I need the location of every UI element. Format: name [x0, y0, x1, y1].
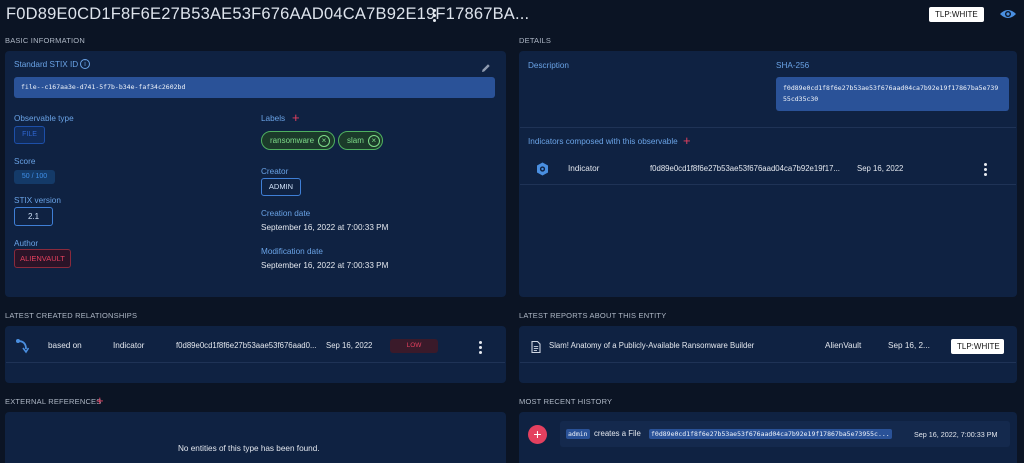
tlp-badge: TLP:WHITE	[929, 7, 984, 22]
create-action-icon: +	[528, 425, 547, 444]
report-date: Sep 16, 2...	[888, 341, 930, 350]
history-entry: admin creates a File f0d89e0cd1f8f6e27b5…	[560, 421, 1010, 447]
indicator-date: Sep 16, 2022	[857, 164, 904, 173]
section-latest-relationships: LATEST CREATED RELATIONSHIPS	[5, 311, 138, 320]
label-chip-text: slam	[347, 136, 364, 145]
indicator-type: Indicator	[568, 164, 600, 173]
stix-version-label: STIX version	[14, 196, 61, 205]
author-chip[interactable]: ALIENVAULT	[14, 249, 71, 268]
divider	[520, 127, 1016, 128]
author-name: ALIENVAULT	[20, 254, 65, 263]
labels-label: Labels	[261, 114, 286, 123]
external-references-panel	[5, 412, 506, 463]
add-label-button[interactable]: +	[292, 111, 300, 124]
observable-type-chip: FILE	[14, 126, 45, 144]
eye-icon[interactable]	[999, 7, 1017, 21]
indicator-icon	[536, 162, 549, 176]
label-chip-slam[interactable]: slam ×	[338, 131, 383, 150]
section-details: DETAILS	[519, 36, 552, 45]
score-label: Score	[14, 157, 36, 166]
divider	[520, 184, 1016, 185]
relationship-entity-name: f0d89e0cd1f8f6e27b53aae53f676aad0...	[176, 341, 317, 350]
section-external-references: EXTERNAL REFERENCES	[5, 397, 102, 406]
history-date: Sep 16, 2022, 7:00:33 PM	[914, 430, 998, 439]
creator-chip: ADMIN	[261, 178, 301, 196]
score-chip: 50 / 100	[14, 170, 55, 184]
label-chip-ransomware[interactable]: ransomware ×	[261, 131, 335, 150]
entity-menu-button[interactable]	[430, 8, 438, 22]
section-basic-information: BASIC INFORMATION	[5, 36, 85, 45]
relationship-entity-type: Indicator	[113, 341, 145, 350]
sha256-label: SHA-256	[776, 61, 810, 70]
history-action: creates a File	[594, 429, 641, 438]
report-row[interactable]: Slam! Anatomy of a Publicly-Available Ra…	[520, 332, 1016, 362]
indicator-row[interactable]: Indicator f0d89e0cd1f8f6e27b53ae53f676aa…	[520, 154, 1016, 184]
page-title: F0D89E0CD1F8F6E27B53AE53F676AAD04CA7B92E…	[6, 5, 530, 23]
relationship-type: based on	[48, 341, 82, 350]
creation-date-value: September 16, 2022 at 7:00:33 PM	[261, 223, 389, 232]
creator-label: Creator	[261, 167, 289, 176]
remove-label-icon[interactable]: ×	[318, 134, 331, 147]
divider	[6, 362, 505, 363]
sha256-line: f0d89e0cd1f8f6e27b53ae53f676aad04ca7b92e…	[783, 84, 999, 92]
relationship-arrow-icon	[15, 338, 30, 354]
creation-date-label: Creation date	[261, 209, 311, 218]
report-title: Slam! Anatomy of a Publicly-Available Ra…	[549, 341, 755, 350]
indicator-name: f0d89e0cd1f8f6e27b53ae53f676aad04ca7b92e…	[650, 164, 840, 173]
report-author: AlienVault	[825, 341, 862, 350]
edit-icon[interactable]	[481, 60, 491, 72]
history-target[interactable]: f0d89e0cd1f8f6e27b53ae53f676aad04ca7b92e…	[649, 429, 892, 439]
author-label: Author	[14, 239, 39, 248]
relationship-row[interactable]: based on Indicator f0d89e0cd1f8f6e27b53a…	[6, 332, 505, 362]
history-user[interactable]: admin	[566, 429, 590, 439]
indicators-label: Indicators composed with this observable	[528, 137, 678, 146]
add-indicator-button[interactable]: +	[683, 134, 691, 147]
empty-state-message: No entities of this type has been found.	[178, 444, 320, 453]
relationship-date: Sep 16, 2022	[326, 341, 373, 350]
observable-type-label: Observable type	[14, 114, 74, 123]
report-tlp-badge: TLP:WHITE	[951, 339, 1004, 354]
indicator-menu-button[interactable]	[981, 162, 989, 176]
report-document-icon	[531, 340, 541, 354]
stix-version-chip: 2.1	[14, 207, 53, 226]
info-icon[interactable]: i	[80, 59, 90, 69]
section-latest-reports: LATEST REPORTS ABOUT THIS ENTITY	[519, 311, 667, 320]
confidence-level-badge: LOW	[390, 339, 438, 353]
divider	[520, 362, 1016, 363]
sha256-line: 55cd35c30	[783, 95, 819, 103]
sha256-value: f0d89e0cd1f8f6e27b53ae53f676aad04ca7b92e…	[776, 77, 1009, 111]
stix-id-value: file--c167aa3e-d741-5f7b-b34e-faf34c2602…	[14, 77, 495, 98]
modification-date-value: September 16, 2022 at 7:00:33 PM	[261, 261, 389, 270]
label-chip-text: ransomware	[270, 136, 315, 145]
remove-label-icon[interactable]: ×	[367, 134, 380, 147]
stix-id-label: Standard STIX ID	[14, 60, 79, 69]
relationship-menu-button[interactable]	[476, 340, 484, 354]
description-label: Description	[528, 61, 569, 70]
section-most-recent-history: MOST RECENT HISTORY	[519, 397, 613, 406]
add-external-reference-button[interactable]: +	[96, 394, 104, 407]
modification-date-label: Modification date	[261, 247, 323, 256]
